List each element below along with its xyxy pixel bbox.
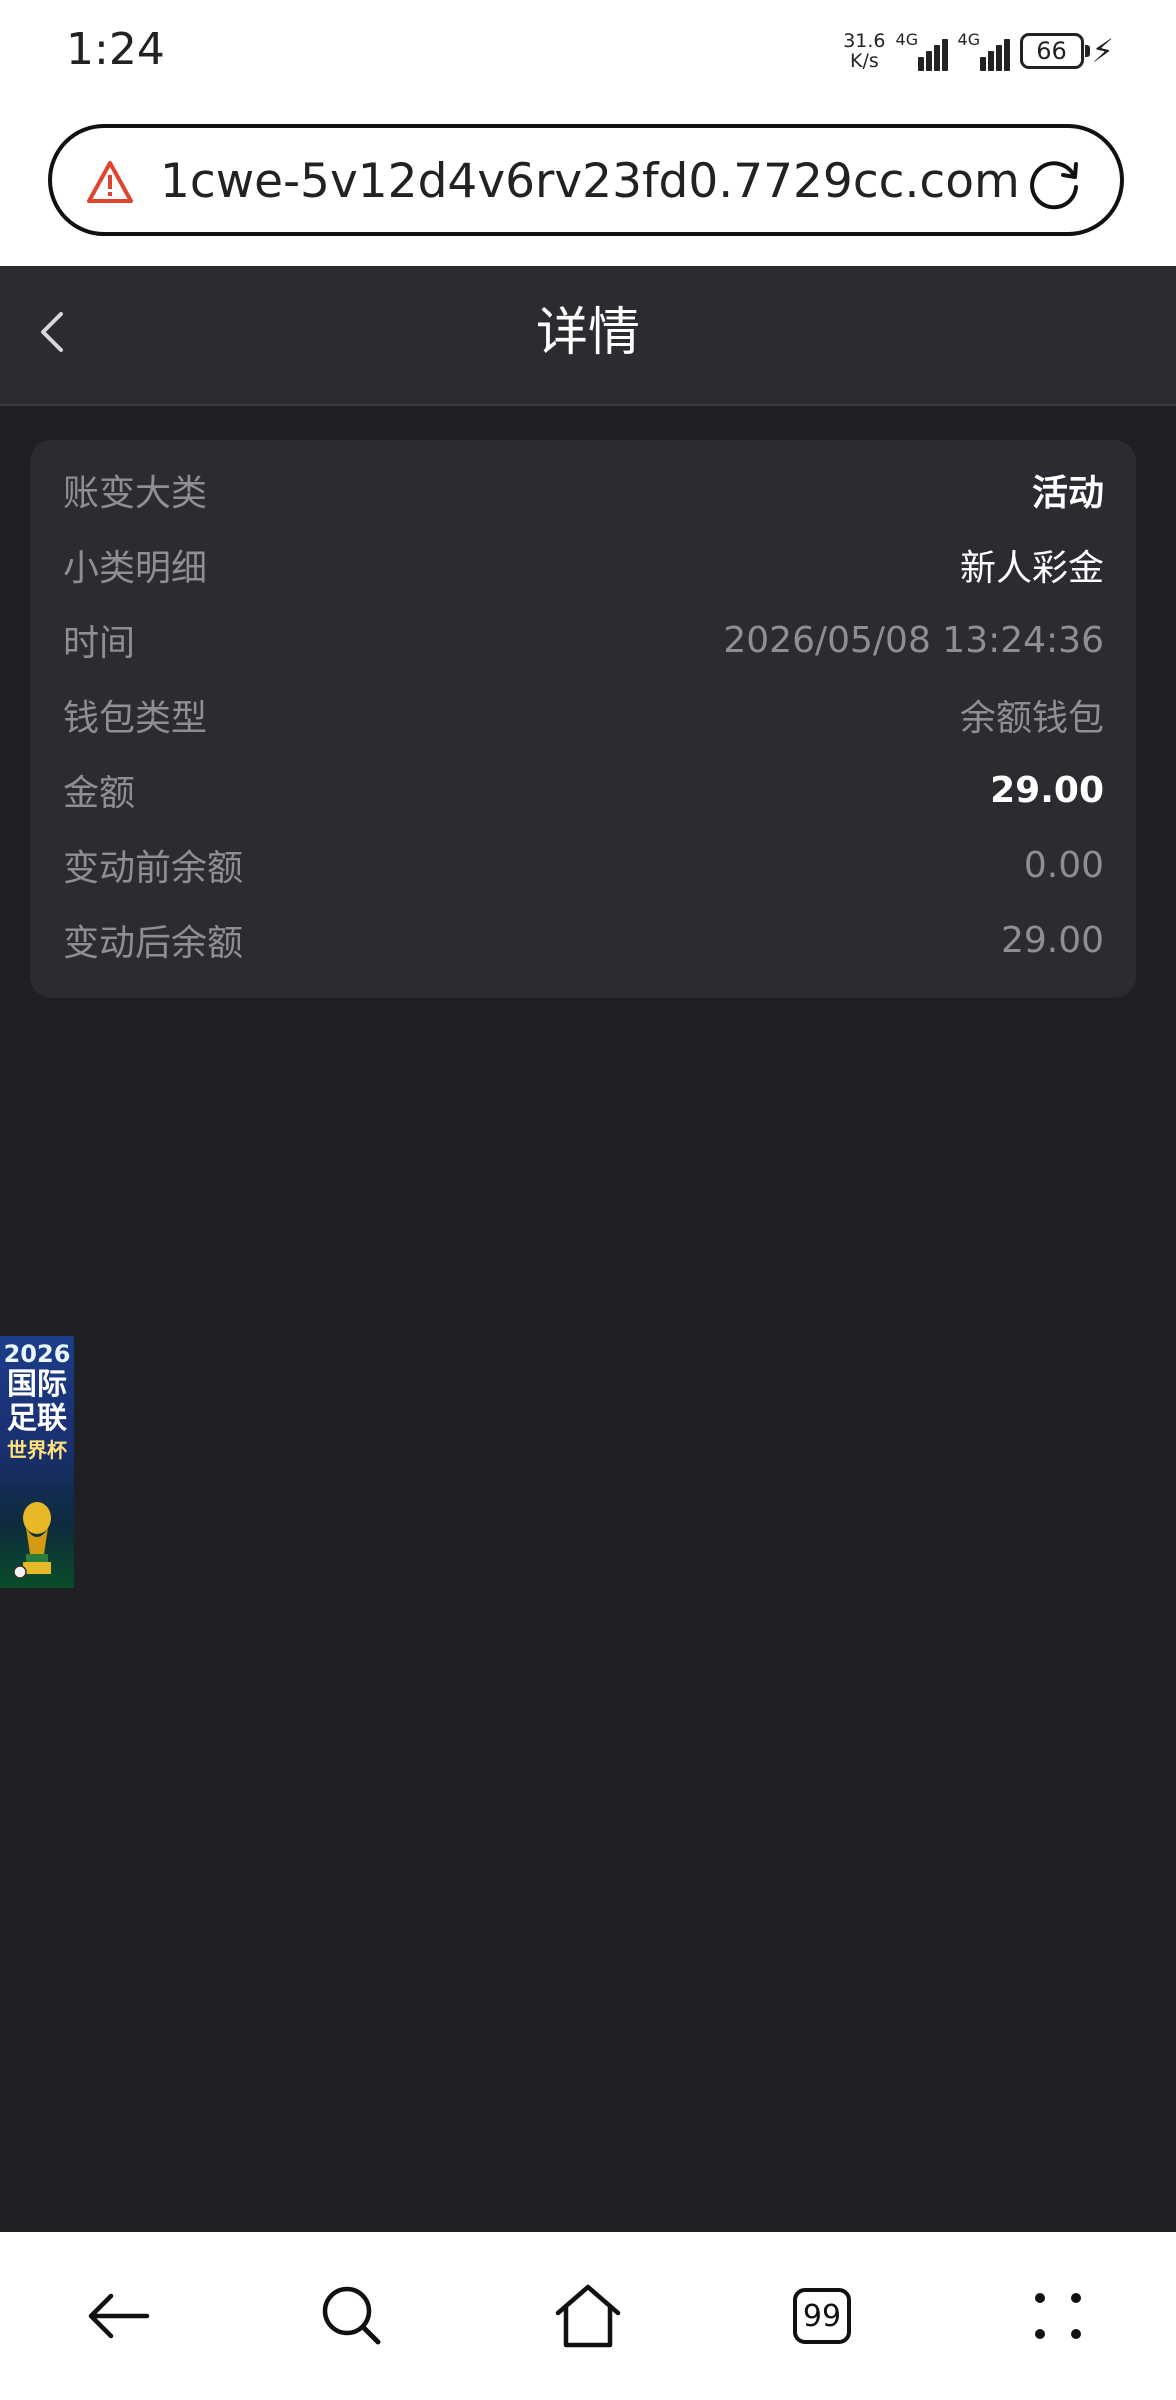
search-icon xyxy=(322,2286,381,2345)
reload-icon[interactable] xyxy=(1026,154,1084,212)
detail-value: 29.00 xyxy=(1000,919,1104,961)
browser-toolbar: 1cwe-5v12d4v6rv23fd0.7729cc.com xyxy=(0,100,1176,266)
status-time: 1:24 xyxy=(66,24,165,75)
warning-icon[interactable] xyxy=(86,160,134,204)
tabs-count-icon: 99 xyxy=(793,2288,851,2344)
status-bar: 1:24 31.6 K/s 4G 4G 66 ⚡ xyxy=(0,0,1176,100)
detail-value: 0.00 xyxy=(1023,844,1104,886)
menu-dots-icon xyxy=(1035,2293,1081,2339)
page-header: 详情 xyxy=(0,266,1176,406)
detail-row-balance-before: 变动前余额 0.00 xyxy=(63,837,1104,893)
floating-promo-banner[interactable]: 2026 国际 足联 世界杯 xyxy=(0,1336,74,1588)
detail-value: 2026/05/08 13:24:36 xyxy=(723,619,1104,661)
detail-value: 余额钱包 xyxy=(959,698,1104,739)
banner-line3: 世界杯 xyxy=(7,1438,67,1462)
battery-level: 66 xyxy=(1019,33,1084,69)
detail-label: 变动前余额 xyxy=(63,848,244,889)
nav-home-button[interactable] xyxy=(548,2276,628,2356)
page-title: 详情 xyxy=(535,303,640,363)
nav-back-button[interactable] xyxy=(78,2276,158,2356)
battery-icon: 66 ⚡ xyxy=(1019,32,1114,70)
detail-label: 变动后余额 xyxy=(63,923,244,964)
signal-label: 4G xyxy=(895,30,919,49)
signal-label-2: 4G xyxy=(957,30,981,49)
detail-label: 小类明细 xyxy=(63,548,208,589)
browser-bottom-nav: 99 xyxy=(0,2232,1176,2400)
network-speed-value: 31.6 xyxy=(843,30,886,52)
network-speed-unit: K/s xyxy=(849,50,879,72)
detail-row-amount: 金额 29.00 xyxy=(63,762,1104,818)
nav-search-button[interactable] xyxy=(312,2276,392,2356)
detail-row-subcategory: 小类明细 新人彩金 xyxy=(63,537,1104,593)
status-indicators: 31.6 K/s 4G 4G 66 ⚡ xyxy=(843,26,1114,76)
signal-icon: 4G xyxy=(896,31,948,71)
detail-value: 新人彩金 xyxy=(959,548,1104,589)
url-text[interactable]: 1cwe-5v12d4v6rv23fd0.7729cc.com xyxy=(160,152,1020,212)
banner-line2: 足联 xyxy=(7,1401,67,1436)
home-icon xyxy=(555,2284,621,2348)
trophy-icon xyxy=(14,1502,51,1579)
tabs-count: 99 xyxy=(802,2298,842,2334)
banner-year: 2026 xyxy=(3,1340,71,1368)
address-bar[interactable]: 1cwe-5v12d4v6rv23fd0.7729cc.com xyxy=(48,124,1124,236)
charging-icon: ⚡ xyxy=(1091,32,1114,70)
arrow-left-icon xyxy=(88,2293,150,2339)
nav-menu-button[interactable] xyxy=(1018,2276,1098,2356)
signal-icon-2: 4G xyxy=(958,31,1010,71)
detail-card: 账变大类 活动 小类明细 新人彩金 时间 2026/05/08 13:24:36… xyxy=(30,440,1136,998)
detail-row-balance-after: 变动后余额 29.00 xyxy=(63,912,1104,968)
detail-value: 29.00 xyxy=(990,769,1104,811)
network-speed: 31.6 K/s xyxy=(843,31,885,71)
detail-label: 账变大类 xyxy=(63,473,208,514)
detail-value: 活动 xyxy=(1031,473,1104,514)
detail-row-category: 账变大类 活动 xyxy=(63,462,1104,518)
detail-label: 时间 xyxy=(63,623,136,664)
banner-line1: 国际 xyxy=(7,1367,67,1402)
detail-row-time: 时间 2026/05/08 13:24:36 xyxy=(63,612,1104,668)
nav-tabs-button[interactable]: 99 xyxy=(782,2276,862,2356)
detail-label: 金额 xyxy=(63,773,136,814)
detail-row-wallet-type: 钱包类型 余额钱包 xyxy=(63,687,1104,743)
detail-label: 钱包类型 xyxy=(63,698,208,739)
